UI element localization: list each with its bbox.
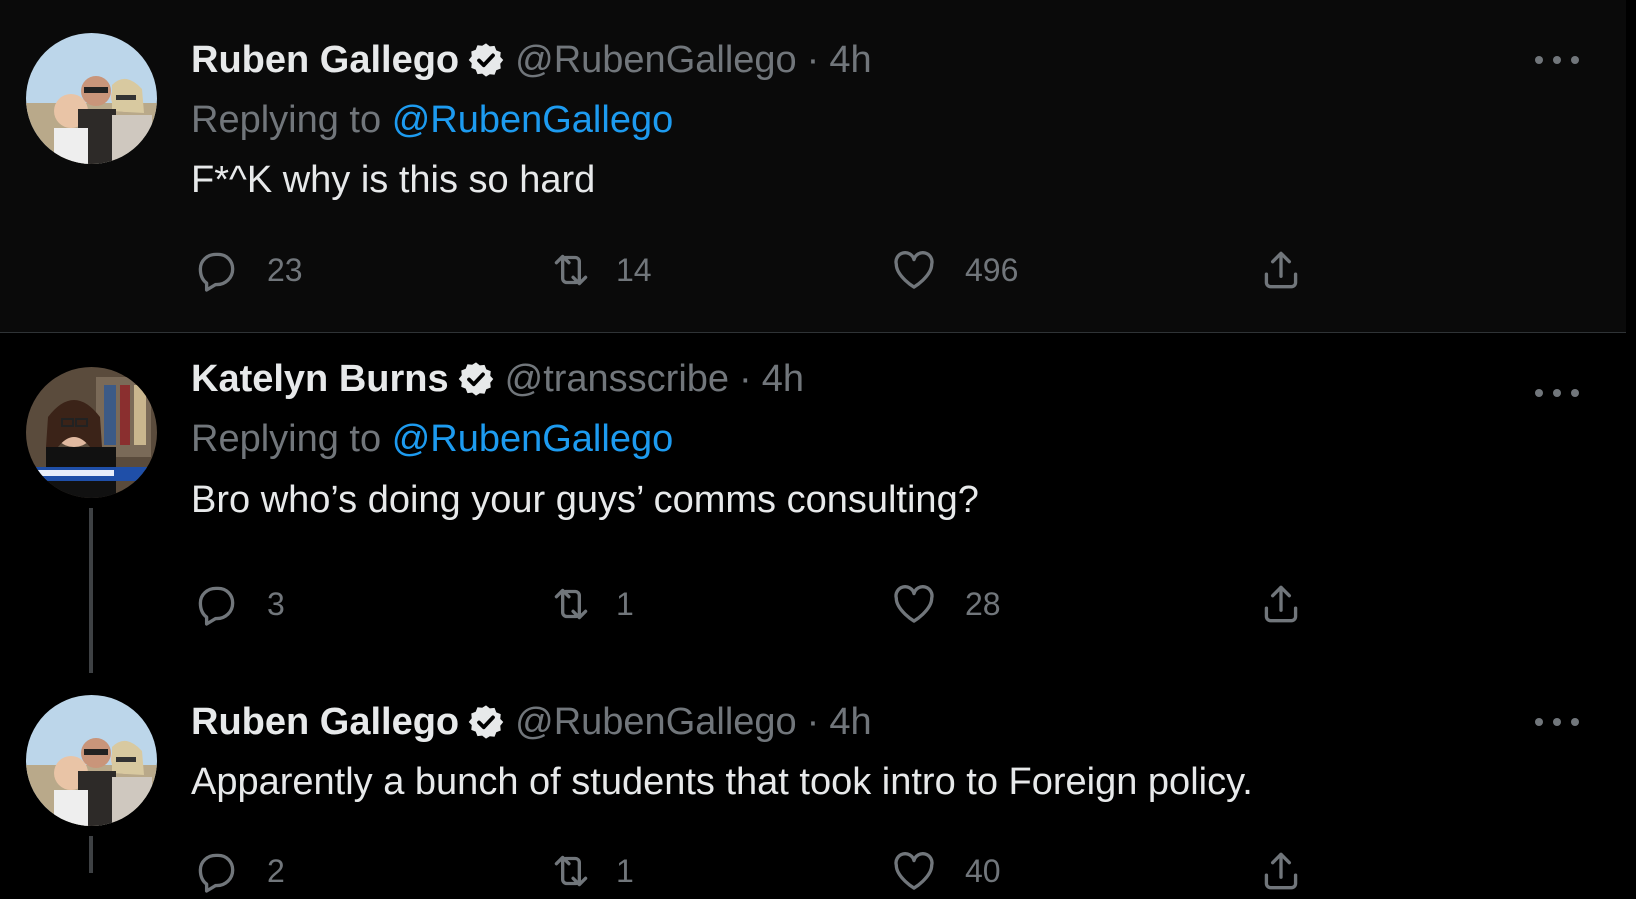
- heart-icon: [894, 585, 934, 623]
- retweet-count: 1: [616, 585, 634, 622]
- share-button[interactable]: [1256, 242, 1306, 298]
- share-icon: [1264, 852, 1298, 890]
- like-button[interactable]: 40: [889, 843, 1001, 899]
- retweet-count: 14: [616, 251, 652, 288]
- replying-to-label: Replying to: [191, 418, 382, 460]
- more-icon[interactable]: [1535, 50, 1579, 70]
- retweet-button[interactable]: 1: [546, 843, 634, 899]
- replying-to: Replying to @RubenGallego: [191, 95, 673, 145]
- retweet-button[interactable]: 1: [546, 576, 634, 632]
- retweet-icon: [554, 254, 588, 286]
- tweet[interactable]: Katelyn Burns @transscribe · 4h Replying…: [0, 333, 1626, 673]
- verified-badge-icon: [467, 41, 505, 79]
- retweet-icon: [554, 855, 588, 887]
- author-handle[interactable]: @transscribe: [505, 354, 729, 404]
- replying-to-mention[interactable]: @RubenGallego: [392, 418, 674, 460]
- tweet-header: Ruben Gallego @RubenGallego · 4h: [191, 697, 872, 747]
- tweet-text: F*^K why is this so hard: [191, 159, 596, 201]
- tweet-actions: 23 14 496: [191, 242, 1361, 298]
- author-handle[interactable]: @RubenGallego: [515, 35, 797, 85]
- tweet-actions: 3 1 28: [191, 576, 1361, 632]
- share-icon: [1264, 585, 1298, 623]
- heart-icon: [894, 251, 934, 289]
- author-name[interactable]: Katelyn Burns: [191, 354, 449, 404]
- like-count: 28: [965, 585, 1001, 622]
- verified-badge-icon: [457, 360, 495, 398]
- author-name[interactable]: Ruben Gallego: [191, 35, 459, 85]
- verified-badge-icon: [467, 703, 505, 741]
- timeline: Ruben Gallego @RubenGallego · 4h Replyin…: [0, 0, 1626, 893]
- share-icon: [1264, 251, 1298, 289]
- avatar[interactable]: [26, 367, 157, 498]
- separator: ·: [806, 701, 820, 743]
- separator: ·: [739, 358, 752, 400]
- author-handle[interactable]: @RubenGallego: [515, 697, 797, 747]
- reply-count: 3: [267, 585, 285, 622]
- tweet-actions: 2 1 40: [191, 843, 1361, 899]
- reply-icon: [198, 853, 235, 893]
- reply-button[interactable]: 2: [191, 843, 285, 899]
- reply-button[interactable]: 3: [191, 576, 285, 632]
- reply-icon: [198, 586, 235, 626]
- tweet-text: Apparently a bunch of students that took…: [191, 761, 1253, 803]
- author-name[interactable]: Ruben Gallego: [191, 697, 459, 747]
- replying-to-mention[interactable]: @RubenGallego: [392, 99, 674, 141]
- timestamp[interactable]: 4h: [829, 35, 871, 85]
- timestamp[interactable]: 4h: [829, 697, 871, 747]
- share-button[interactable]: [1256, 576, 1306, 632]
- like-button[interactable]: 496: [889, 242, 1018, 298]
- avatar[interactable]: [26, 33, 157, 164]
- replying-to: Replying to @RubenGallego: [191, 414, 673, 464]
- like-button[interactable]: 28: [889, 576, 1001, 632]
- separator: ·: [806, 39, 820, 81]
- tweet-header: Katelyn Burns @transscribe · 4h: [191, 354, 804, 404]
- retweet-count: 1: [616, 852, 634, 889]
- more-icon[interactable]: [1535, 383, 1579, 403]
- tweet[interactable]: Ruben Gallego @RubenGallego · 4h Replyin…: [0, 0, 1626, 333]
- reply-button[interactable]: 23: [191, 242, 303, 298]
- reply-icon: [198, 252, 235, 292]
- replying-to-label: Replying to: [191, 99, 382, 141]
- tweet[interactable]: Ruben Gallego @RubenGallego · 4h Apparen…: [0, 673, 1626, 893]
- share-button[interactable]: [1256, 843, 1306, 899]
- reply-count: 23: [267, 251, 303, 288]
- timestamp[interactable]: 4h: [762, 354, 804, 404]
- thread-line: [89, 508, 93, 673]
- like-count: 40: [965, 852, 1001, 889]
- more-icon[interactable]: [1535, 712, 1579, 732]
- heart-icon: [894, 852, 934, 890]
- reply-count: 2: [267, 852, 285, 889]
- tweet-header: Ruben Gallego @RubenGallego · 4h: [191, 35, 872, 85]
- retweet-icon: [554, 588, 588, 620]
- thread-line: [89, 836, 93, 873]
- retweet-button[interactable]: 14: [546, 242, 652, 298]
- avatar[interactable]: [26, 695, 157, 826]
- like-count: 496: [965, 251, 1019, 288]
- tweet-text: Bro who’s doing your guys’ comms consult…: [191, 479, 979, 521]
